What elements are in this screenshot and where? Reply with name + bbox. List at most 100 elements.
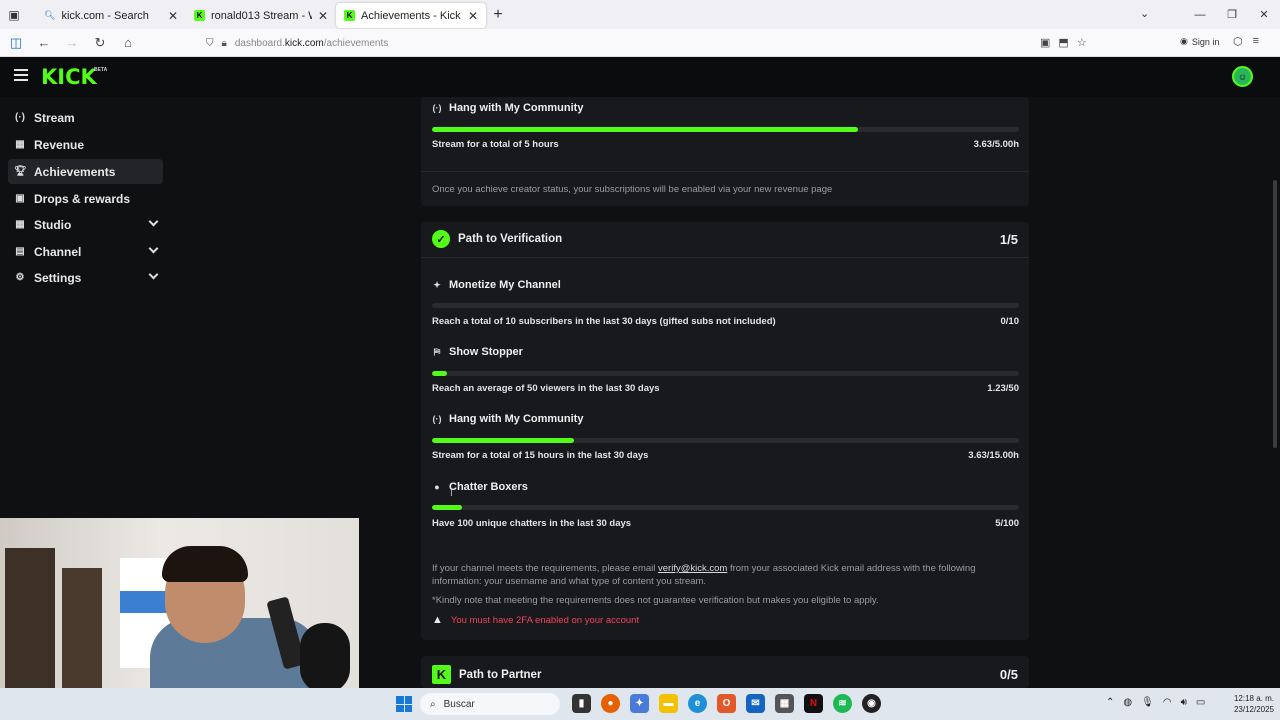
- tab-label: kick.com - Search: [61, 9, 149, 22]
- studio-icon: ▦: [15, 219, 25, 230]
- browser-tab-achievements[interactable]: K Achievements - Kick Dashboard ✕: [336, 3, 486, 28]
- trophy-icon: 🏆︎: [14, 166, 27, 177]
- menu-icon[interactable]: ≡: [1253, 35, 1259, 48]
- sidebar-item-settings[interactable]: ⚙ Settings: [8, 265, 163, 290]
- tab-overview-icon[interactable]: ▣: [0, 0, 28, 29]
- page-scrollbar[interactable]: [1273, 180, 1277, 448]
- volume-icon[interactable]: 🔊︎: [1181, 697, 1187, 708]
- lock-icon[interactable]: 🔒︎: [222, 38, 227, 49]
- office-icon[interactable]: O: [717, 694, 736, 713]
- creator-note: Once you achieve creator status, your su…: [432, 184, 833, 195]
- sidebar-toggle-icon[interactable]: ◫: [4, 31, 28, 55]
- window-controls: — ❐ ✕: [1184, 0, 1280, 29]
- wifi-icon[interactable]: ◠: [1163, 697, 1172, 708]
- verification-email-instructions: If your channel meets the requirements, …: [432, 563, 976, 587]
- hamburger-menu-icon[interactable]: [14, 69, 28, 81]
- back-icon[interactable]: ←: [32, 31, 56, 55]
- chevron-down-icon[interactable]: [148, 216, 159, 227]
- url-bar[interactable]: ⛉ 🔒︎ dashboard.kick.com/achievements: [200, 32, 1100, 54]
- taskbar-clock[interactable]: 12:18 a. m. 23/12/2025: [1222, 693, 1274, 715]
- broadcast-icon: (·): [432, 414, 442, 424]
- close-icon[interactable]: ✕: [318, 9, 328, 23]
- webcam-wardrobe: [5, 548, 55, 688]
- home-icon[interactable]: ⌂: [116, 31, 140, 55]
- file-explorer-icon[interactable]: ▬: [659, 694, 678, 713]
- outlook-icon[interactable]: ✉: [746, 694, 765, 713]
- close-icon[interactable]: ✕: [168, 9, 178, 23]
- browser-tabbar: ▣ 🔍︎ kick.com - Search ✕ K ronald013 Str…: [0, 0, 1280, 29]
- sidebar-item-label: Achievements: [34, 164, 116, 179]
- calculator-icon[interactable]: ▦: [775, 694, 794, 713]
- progress-fill: [432, 371, 447, 376]
- pocket-icon[interactable]: ⬒: [1058, 36, 1068, 49]
- sidebar-item-achievements[interactable]: 🏆︎ Achievements: [8, 159, 163, 184]
- chevron-down-icon[interactable]: [148, 243, 159, 254]
- tab-label: Achievements - Kick Dashboard: [361, 9, 462, 22]
- progress-bar: [432, 505, 1019, 510]
- gear-icon: ⚙: [15, 272, 25, 283]
- chevron-up-icon[interactable]: ⌃: [1106, 697, 1114, 708]
- forward-icon[interactable]: →: [60, 31, 84, 55]
- browser-navbar: ◫ ← → ↻ ⌂ ⛉ 🔒︎ dashboard.kick.com/achiev…: [0, 29, 1280, 57]
- achievement-requirement: Stream for a total of 15 hours in the la…: [432, 450, 649, 461]
- clock-time: 12:18 a. m.: [1233, 694, 1274, 703]
- achievement-title: ● Chatter Boxers: [432, 481, 528, 493]
- reload-icon[interactable]: ↻: [88, 31, 112, 55]
- chevron-down-icon[interactable]: ⌄: [1140, 7, 1149, 20]
- webcam-wardrobe-door: [62, 568, 102, 688]
- achievement-title: (·) Hang with My Community: [432, 413, 584, 425]
- kick-logo[interactable]: KICK: [41, 65, 97, 89]
- stage-icon: ⛿: [433, 346, 441, 357]
- restore-icon[interactable]: ❐: [1216, 0, 1248, 29]
- taskbar-search[interactable]: ⌕ Buscar: [420, 693, 560, 715]
- spotify-icon[interactable]: ≋: [833, 694, 852, 713]
- sidebar-item-channel[interactable]: ▤ Channel: [8, 239, 163, 264]
- warning-icon: ▲: [432, 614, 443, 626]
- extensions-icon[interactable]: ⬡: [1233, 35, 1243, 48]
- sidebar-item-drops[interactable]: ▣ Drops & rewards: [8, 186, 163, 211]
- close-icon[interactable]: ✕: [468, 9, 478, 23]
- battery-icon[interactable]: ▭: [1196, 697, 1205, 708]
- bookmark-star-icon[interactable]: ☆: [1077, 36, 1087, 49]
- clock-date: 23/12/2025: [1233, 705, 1274, 714]
- browser-tab-search[interactable]: 🔍︎ kick.com - Search ✕: [36, 3, 186, 28]
- network-icon[interactable]: ◍: [1123, 697, 1132, 708]
- browser-tab-stream[interactable]: K ronald013 Stream - Watch Live ✕: [186, 3, 336, 28]
- screenshot-icon[interactable]: ▣: [1040, 36, 1050, 49]
- microphone-icon[interactable]: 🎙︎: [1141, 697, 1154, 708]
- close-window-icon[interactable]: ✕: [1248, 0, 1280, 29]
- sign-in-label: Sign in: [1191, 36, 1220, 47]
- minimize-icon[interactable]: —: [1184, 0, 1216, 29]
- url-text[interactable]: dashboard.kick.com/achievements: [235, 38, 388, 49]
- windows-start-icon[interactable]: [396, 696, 412, 712]
- chat-bubble-icon: ●: [434, 482, 440, 492]
- app-icon[interactable]: ◉: [862, 694, 881, 713]
- edge-icon[interactable]: e: [688, 694, 707, 713]
- new-tab-button[interactable]: +: [486, 6, 510, 24]
- achievement-value: 5/100: [995, 518, 1019, 529]
- sparkle-icon: ✦: [433, 279, 441, 290]
- achievement-title: ⛿ Show Stopper: [433, 346, 523, 358]
- chevron-down-icon[interactable]: [148, 269, 159, 280]
- section-title-verification: ✓ Path to Verification: [432, 230, 562, 248]
- netflix-icon[interactable]: N: [804, 694, 823, 713]
- email-link[interactable]: verify@kick.com: [658, 563, 727, 574]
- sidebar-item-studio[interactable]: ▦ Studio: [8, 212, 163, 237]
- sidebar-item-revenue[interactable]: ▦ Revenue: [8, 132, 163, 157]
- avatar[interactable]: ☺: [1232, 66, 1253, 87]
- sidebar-item-label: Channel: [34, 244, 82, 259]
- progress-fill: [432, 438, 575, 443]
- text-cursor-icon: I: [450, 488, 453, 499]
- copilot-icon[interactable]: ✦: [630, 694, 649, 713]
- section-count: 1/5: [999, 232, 1018, 247]
- sidebar-item-stream[interactable]: (·) Stream: [8, 105, 163, 130]
- tab-label: ronald013 Stream - Watch Live: [211, 9, 312, 22]
- firefox-icon[interactable]: ●: [601, 694, 620, 713]
- shield-icon[interactable]: ⛉: [206, 38, 214, 49]
- task-view-icon[interactable]: ▮: [572, 694, 591, 713]
- taskbar-search-placeholder: Buscar: [443, 698, 475, 710]
- sidebar-item-label: Settings: [34, 270, 82, 285]
- achievement-value: 3.63/5.00h: [973, 139, 1019, 150]
- sign-in-button[interactable]: ◉ Sign in: [1180, 36, 1219, 47]
- os-taskbar: ⌕ Buscar ▮ ● ✦ ▬ e O ✉ ▦ N ≋ ◉ ⌃ ◍ 🎙︎ ◠ …: [0, 688, 1280, 720]
